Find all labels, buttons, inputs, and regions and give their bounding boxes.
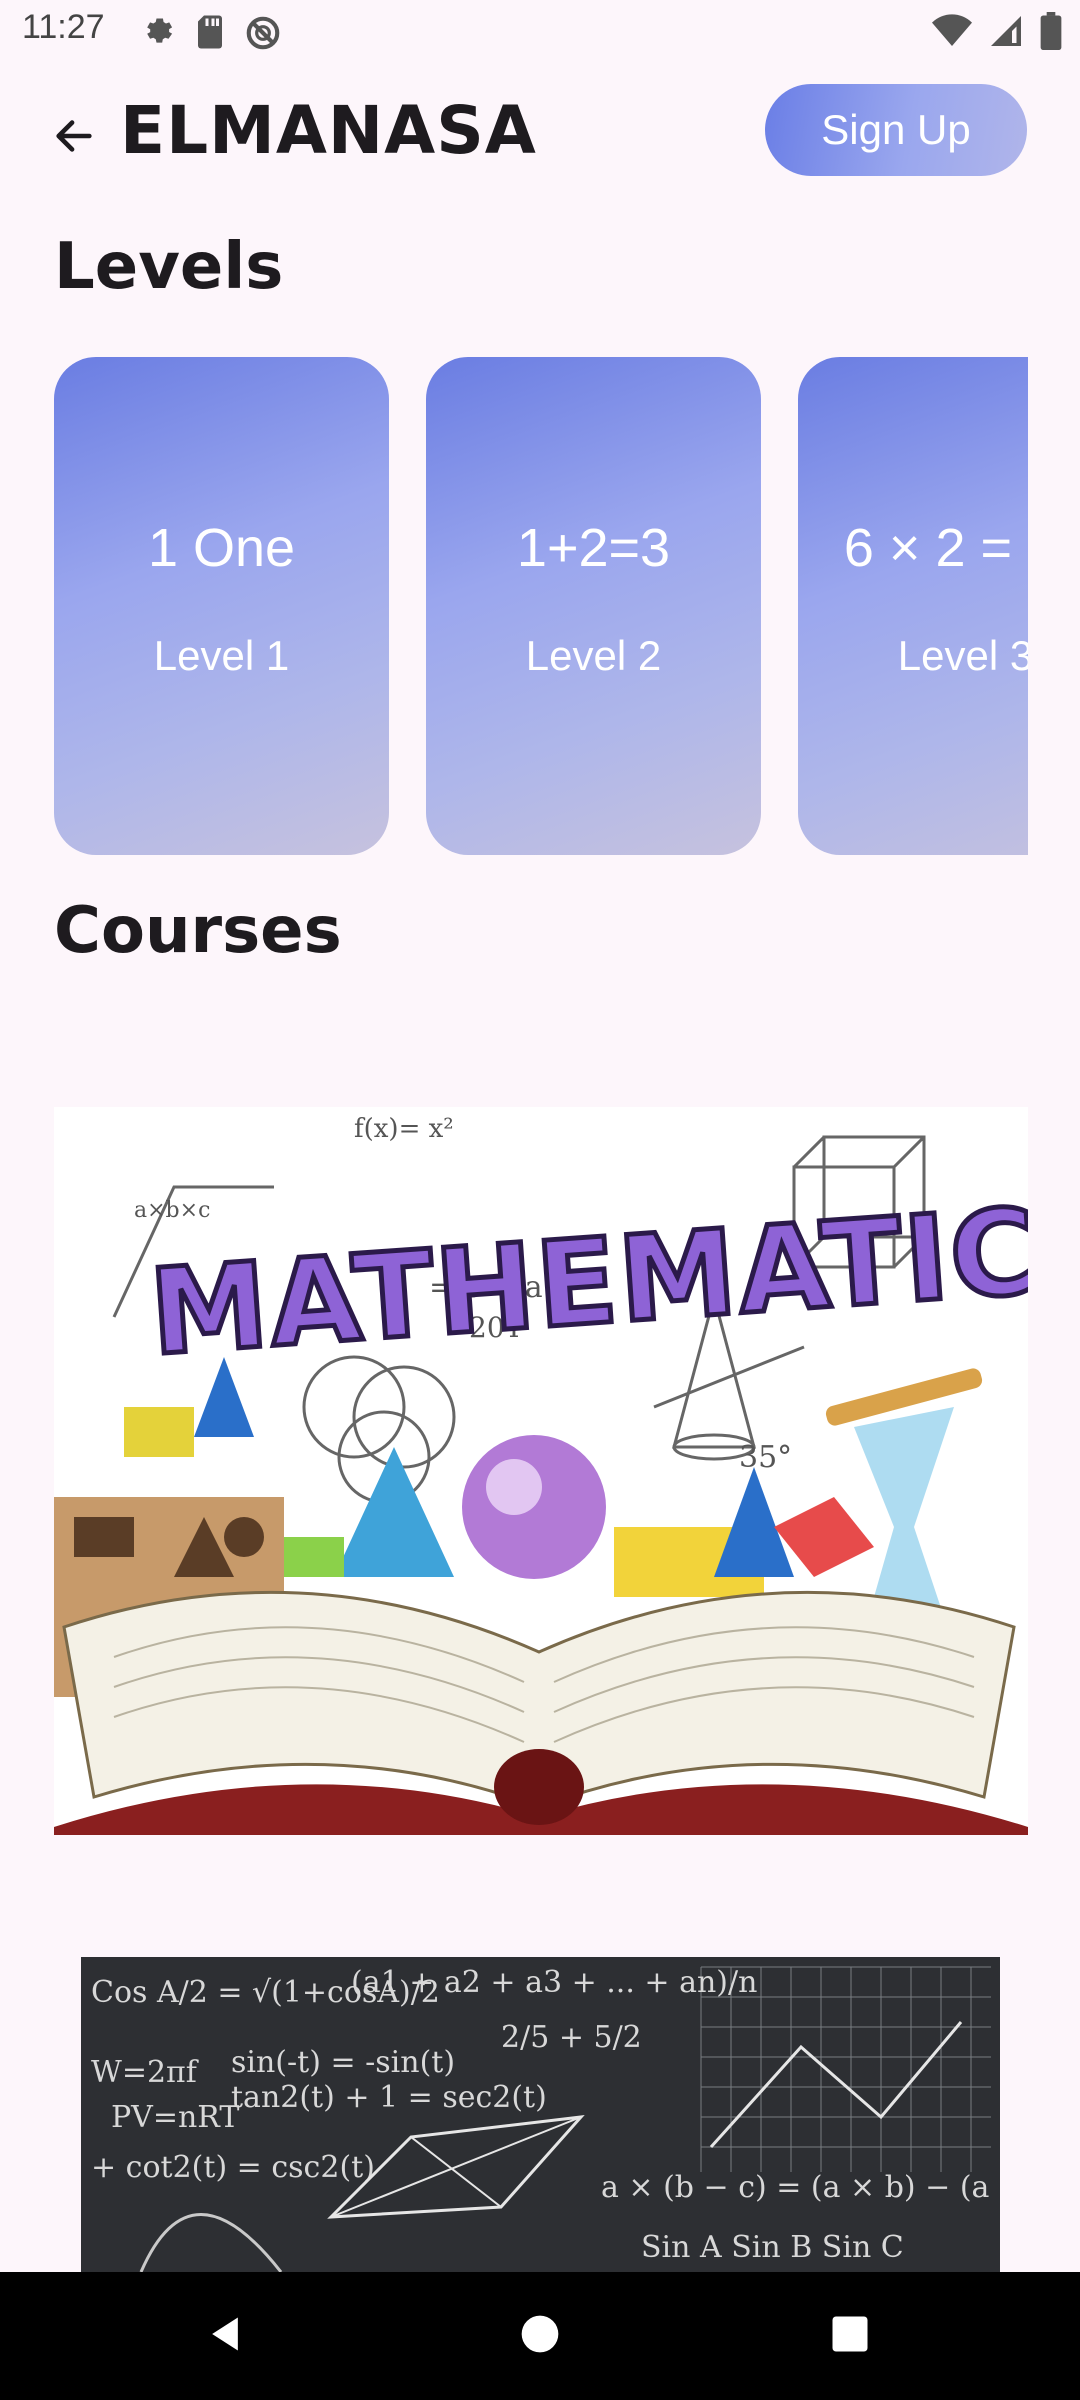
level-label: Level 1 (153, 632, 290, 679)
gear-icon (140, 14, 176, 56)
level-card-2[interactable]: 1+2=3 Level 2 (426, 357, 761, 855)
courses-heading: Courses (54, 894, 342, 968)
svg-text:tan2(t) + 1 = sec2(t): tan2(t) + 1 = sec2(t) (231, 2080, 547, 2115)
course-card-mathematics[interactable]: f(x)= x² a×b×c = c×1a 20T 35° MATHEMATIC… (54, 1107, 1028, 1835)
svg-text:a × (b − c) = (a × b) − (a × c: a × (b − c) = (a × b) − (a × c) (601, 2170, 1000, 2205)
svg-text:W=2πf: W=2πf (91, 2055, 199, 2090)
chalkboard-illustration: Cos A/2 = √(1+cosA)/2 (a1 + a2 + a3 + ..… (81, 1957, 1000, 2272)
app-title: ELMANASA (120, 92, 537, 169)
course-card-chalkboard[interactable]: Cos A/2 = √(1+cosA)/2 (a1 + a2 + a3 + ..… (81, 1957, 1000, 2272)
back-button[interactable] (44, 108, 104, 168)
wifi-icon (932, 14, 972, 52)
nav-home-button[interactable] (510, 2306, 570, 2366)
sd-card-icon (194, 14, 226, 56)
status-icons-left (140, 14, 282, 56)
level-card-3[interactable]: 6 × 2 = 12 Level 3 (798, 357, 1028, 855)
sign-up-button[interactable]: Sign Up (765, 84, 1027, 176)
svg-text:+ cot2(t) = csc2(t): + cot2(t) = csc2(t) (91, 2150, 375, 2185)
svg-text:a×b×c: a×b×c (134, 1198, 210, 1223)
nav-home-icon (518, 2312, 562, 2360)
level-symbol: 6 × 2 = 12 (843, 518, 1028, 578)
svg-text:PV=nRT: PV=nRT (111, 2100, 239, 2135)
nav-recents-button[interactable] (820, 2306, 880, 2366)
battery-icon (1040, 12, 1062, 54)
nav-back-icon (203, 2312, 247, 2360)
mathematics-illustration: f(x)= x² a×b×c = c×1a 20T 35° MATHEMATIC… (54, 1107, 1028, 1835)
nav-recents-icon (829, 2313, 871, 2359)
levels-carousel[interactable]: 1 One Level 1 1+2=3 Level 2 6 × 2 = 12 L… (54, 357, 1028, 855)
level-symbol: 1+2=3 (516, 518, 671, 578)
level-label: Level 3 (897, 632, 1028, 679)
do-not-disturb-icon (244, 14, 282, 56)
svg-text:(a1 + a2 + a3 + ... + an)/n: (a1 + a2 + a3 + ... + an)/n (351, 1965, 757, 2000)
level-card-1[interactable]: 1 One Level 1 (54, 357, 389, 855)
svg-text:2/5 + 5/2: 2/5 + 5/2 (501, 2020, 642, 2055)
arrow-left-icon (51, 113, 97, 163)
status-time: 11:27 (22, 8, 105, 46)
nav-back-button[interactable] (195, 2306, 255, 2366)
level-symbol: 1 One (147, 518, 296, 578)
svg-text:Sin A Sin B Sin C: Sin A Sin B Sin C (641, 2230, 904, 2265)
status-icons-right (932, 12, 1062, 54)
system-nav-bar (0, 2272, 1080, 2400)
level-label: Level 2 (525, 632, 662, 679)
levels-heading: Levels (54, 230, 284, 304)
svg-text:f(x)= x²: f(x)= x² (354, 1114, 454, 1144)
signal-icon (988, 13, 1024, 53)
svg-text:sin(-t) = -sin(t): sin(-t) = -sin(t) (231, 2045, 455, 2080)
app-bar: ELMANASA Sign Up (0, 64, 1080, 204)
svg-text:35°: 35° (739, 1440, 792, 1475)
status-bar: 11:27 (0, 0, 1080, 64)
